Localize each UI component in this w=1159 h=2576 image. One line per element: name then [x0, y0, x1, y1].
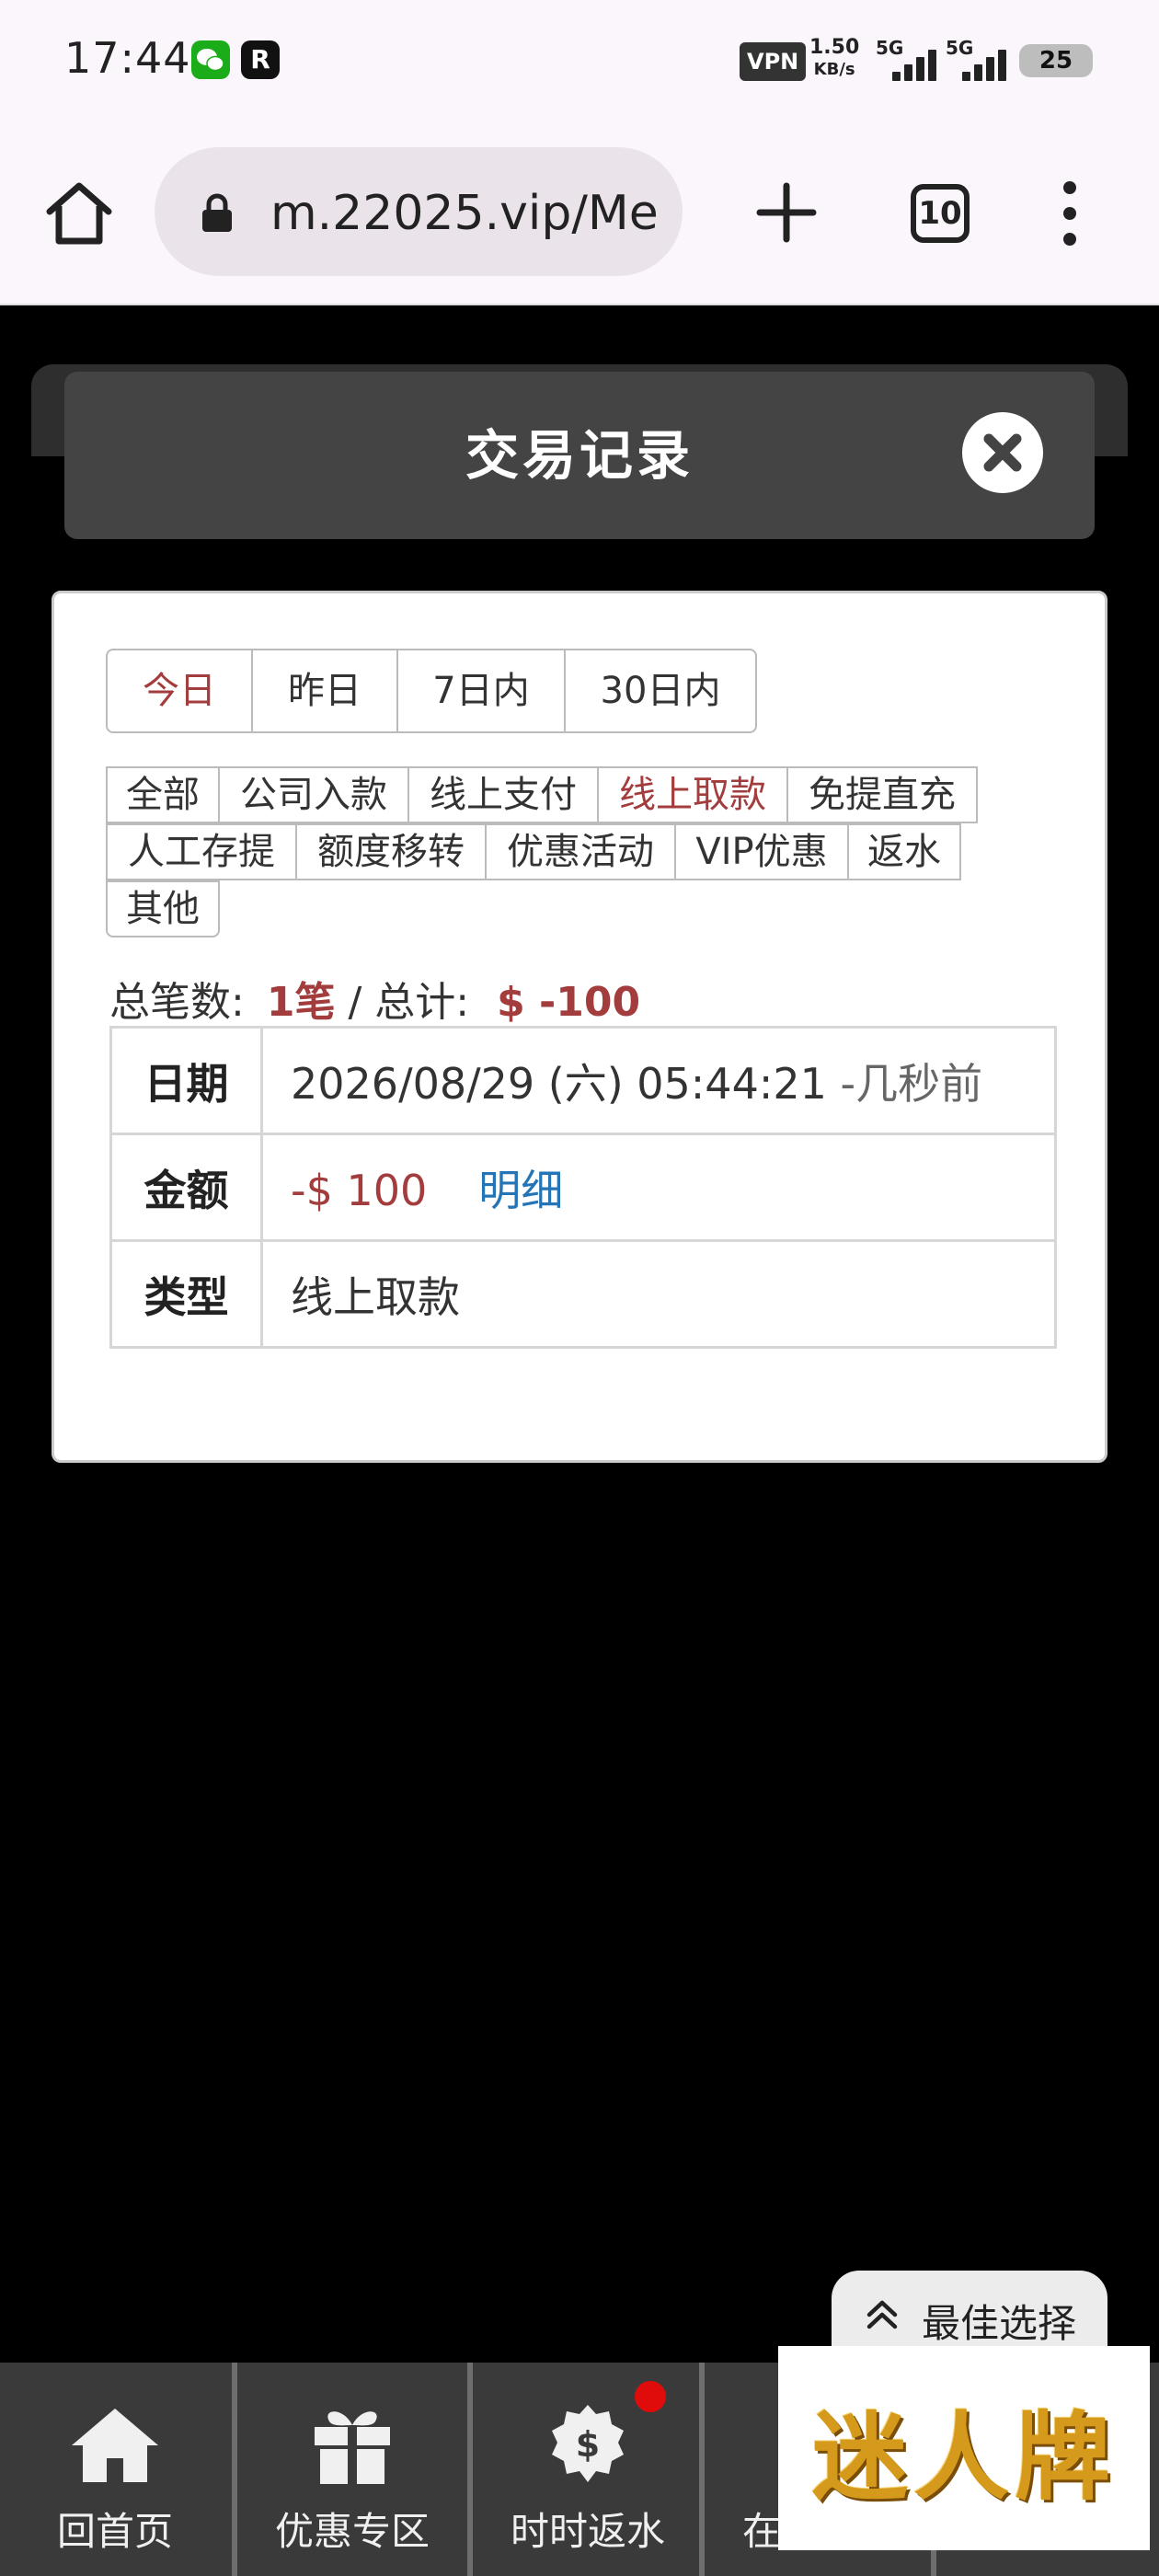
home-icon: [46, 182, 112, 245]
type-filter-company-deposit[interactable]: 公司入款: [218, 766, 409, 823]
count-value: 1笔: [266, 979, 336, 1026]
best-choice-label: 最佳选择: [922, 2301, 1077, 2346]
chevron-up-double-icon: [866, 2300, 898, 2329]
date-value: 2026/08/29 (六) 05:44:21: [291, 1058, 827, 1109]
modal-body: 今日 昨日 7日内 30日内 全部 公司入款 线上支付 线上取款 免提直充 人工…: [52, 591, 1107, 1463]
nav-home[interactable]: 回首页: [0, 2363, 230, 2576]
type-filter-other[interactable]: 其他: [106, 880, 220, 937]
address-bar[interactable]: m.22025.vip/Me: [155, 147, 683, 276]
total-label: 总计:: [374, 979, 470, 1026]
close-icon: [983, 433, 1022, 472]
table-row: 金额 -$ 100 明细: [109, 1133, 1057, 1242]
date-filter-yesterday[interactable]: 昨日: [253, 650, 398, 731]
type-filter-transfer[interactable]: 额度移转: [295, 823, 487, 880]
summary-line: 总笔数: 1笔 / 总计: $ -100: [109, 969, 640, 1028]
signal-icon-sim2: 5G: [946, 37, 1012, 83]
date-relative: -几秒前: [840, 1058, 983, 1109]
nav-home-label: 回首页: [56, 2509, 173, 2554]
date-filter-group: 今日 昨日 7日内 30日内: [106, 649, 757, 733]
amount-cell: -$ 100 明细: [260, 1133, 1057, 1242]
total-value: $ -100: [497, 979, 641, 1026]
type-filter-vip[interactable]: VIP优惠: [674, 823, 849, 880]
type-filter-all[interactable]: 全部: [106, 766, 220, 823]
table-row: 日期 2026/08/29 (六) 05:44:21 -几秒前: [109, 1026, 1057, 1135]
table-row: 类型 线上取款: [109, 1239, 1057, 1349]
nav-rebate[interactable]: $ 时时返水: [473, 2363, 703, 2576]
type-filter-promotion[interactable]: 优惠活动: [485, 823, 676, 880]
detail-link[interactable]: 明细: [478, 1166, 563, 1215]
home-button[interactable]: [40, 175, 118, 252]
amount-value: -$ 100: [291, 1165, 428, 1215]
home-icon: [72, 2409, 158, 2482]
brand-logo[interactable]: 迷人牌: [778, 2346, 1150, 2550]
summary-separator: /: [335, 979, 375, 1026]
plus-icon: [756, 182, 817, 243]
wechat-icon: [191, 40, 230, 79]
battery-level: 25: [1019, 44, 1093, 77]
status-time: 17:44: [64, 33, 191, 83]
more-menu-button[interactable]: [1056, 178, 1084, 248]
type-value: 线上取款: [260, 1239, 1057, 1349]
modal-header: 交易记录: [64, 372, 1095, 539]
amount-label: 金额: [109, 1133, 263, 1242]
status-bar: 17:44 R VPN 1.50 KB/s 5G 5G 25: [0, 0, 1159, 121]
new-tab-button[interactable]: [754, 180, 819, 245]
type-filter-direct-recharge[interactable]: 免提直充: [786, 766, 978, 823]
page: 17:44 R VPN 1.50 KB/s 5G 5G 25 m.22025.v…: [0, 0, 1159, 2576]
nav-rebate-label: 时时返水: [510, 2509, 665, 2554]
gift-icon: [315, 2411, 390, 2484]
type-label: 类型: [109, 1239, 263, 1349]
brand-logo-text: 迷人牌: [811, 2400, 1116, 2513]
nav-promotions[interactable]: 优惠专区: [237, 2363, 467, 2576]
signal-icon-sim1: 5G: [876, 37, 942, 83]
lock-icon: [202, 193, 232, 232]
type-filter-online-withdrawal[interactable]: 线上取款: [597, 766, 788, 823]
date-cell: 2026/08/29 (六) 05:44:21 -几秒前: [260, 1026, 1057, 1135]
tab-switcher-button[interactable]: 10: [911, 184, 970, 243]
more-vertical-icon: [1063, 181, 1076, 246]
type-filter-rebate[interactable]: 返水: [847, 823, 961, 880]
url-text: m.22025.vip/Me: [270, 186, 659, 241]
type-filter-online-payment[interactable]: 线上支付: [407, 766, 599, 823]
type-filter-manual[interactable]: 人工存提: [106, 823, 297, 880]
date-filter-7days[interactable]: 7日内: [398, 650, 566, 731]
dollar-badge-icon: $: [552, 2405, 624, 2482]
browser-toolbar: m.22025.vip/Me 10: [0, 121, 1159, 305]
date-filter-today[interactable]: 今日: [108, 650, 253, 731]
close-button[interactable]: [962, 412, 1043, 493]
network-speed-unit: KB/s: [813, 60, 855, 79]
record-table: 日期 2026/08/29 (六) 05:44:21 -几秒前 金额 -$ 10…: [109, 1026, 1057, 1349]
count-label: 总笔数:: [109, 979, 245, 1026]
vpn-badge: VPN: [740, 42, 807, 81]
r-app-icon: R: [241, 40, 280, 79]
notification-dot: [635, 2381, 666, 2412]
network-speed-value: 1.50: [809, 36, 860, 59]
svg-text:$: $: [576, 2424, 600, 2465]
nav-promotions-label: 优惠专区: [274, 2509, 430, 2554]
date-filter-30days[interactable]: 30日内: [566, 650, 755, 731]
modal-title: 交易记录: [465, 424, 694, 487]
date-label: 日期: [109, 1026, 263, 1135]
network-speed: 1.50 KB/s: [809, 37, 859, 81]
